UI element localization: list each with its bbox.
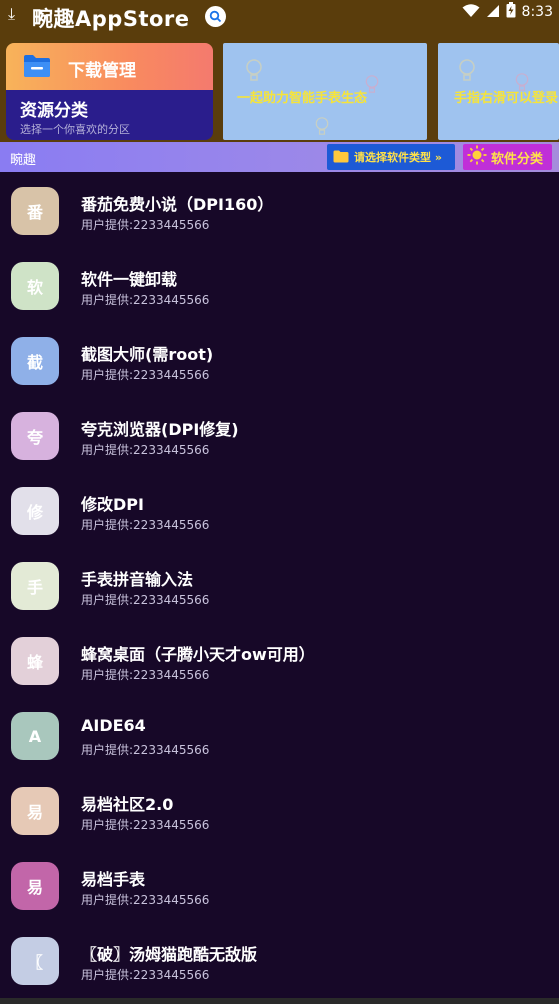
app-provider: 用户提供:2233445566 [81,593,210,607]
select-software-type-label: 请选择软件类型 » [354,151,442,164]
app-provider: 用户提供:2233445566 [81,293,210,307]
folder-icon [333,148,349,167]
app-avatar-icon: A [11,712,59,760]
clock: 8:33 [521,4,553,20]
resource-category-description: 选择一个你喜欢的分区 [20,123,130,136]
app-provider: 用户提供:2233445566 [81,218,210,232]
app-name: 软件一键卸载 [81,270,178,289]
app-list: 番番茄免费小说（DPI160） 用户提供:2233445566 软软件一键卸载 用户提… [0,172,559,997]
list-item[interactable]: 软 软件一键卸载用户提供:2233445566 [0,247,559,322]
app-provider: 用户提供:2233445566 [81,818,210,832]
download-manager-header[interactable]: 下载管理 [6,43,213,90]
app-provider: 用户提供:2233445566 [81,968,210,982]
app-avatar-icon: 手 [11,562,59,610]
app-provider: 用户提供:2233445566 [81,743,210,757]
app-avatar-icon: 番 [11,187,59,235]
download-manager-title: 下载管理 [68,61,136,81]
app-avatar-icon: 修 [11,487,59,535]
app-name: 易档手表 [81,870,146,889]
list-item[interactable]: A AIDE64 用户提供:2233445566 [0,697,559,772]
banner-text: 手指右滑可以登录 [454,91,559,106]
list-item[interactable]: 易 易档社区2.0 用户提供:2233445566 [0,772,559,847]
software-category-button[interactable]: 软件分类 [463,144,552,170]
battery-icon [506,2,516,22]
app-name: 夸克浏览器(DPI修复) [81,420,239,439]
header-area: ⤓ 畹趣AppStore 8:33 下载管理 资源分类 选择一个你喜欢的分区 一… [0,0,559,142]
list-item[interactable]: 夸 夸克浏览器(DPI修复) 用户提供:2233445566 [0,397,559,472]
download-icon: ⤓ [8,4,16,23]
category-bar-label: 畹趣 [10,153,37,168]
list-item[interactable]: 番 番茄免费小说（DPI160） 用户提供:2233445566 [0,172,559,247]
app-name: 截图大师(需root) [81,345,214,364]
list-item[interactable]: 〖 〖破〗汤姆猫跑酷无敌版用户提供:2233445566 [0,922,559,997]
select-software-type-button[interactable]: 请选择软件类型 » [327,144,455,170]
banner-text: 一起助力智能手表生态 [237,91,368,106]
resource-category-panel[interactable]: 资源分类 选择一个你喜欢的分区 [6,90,213,140]
app-name: 修改DPI [81,495,144,514]
app-name: 易档社区2.0 [81,795,174,814]
list-item[interactable]: 易 易档手表用户提供:2233445566 [0,847,559,922]
app-avatar-icon: 〖 [11,937,59,985]
banner-swipe-login[interactable]: 手指右滑可以登录 [438,43,559,140]
download-manager-card[interactable]: 下载管理 资源分类 选择一个你喜欢的分区 [6,43,213,140]
list-item[interactable]: 修 修改DPI 用户提供:2233445566 [0,472,559,547]
list-item[interactable]: 手 手表拼音输入法用户提供:2233445566 [0,547,559,622]
status-icons: 8:33 [462,2,553,22]
list-item[interactable]: 蜂 蜂窝桌面（子腾小天才ow可用） 用户提供:2233445566 [0,622,559,697]
sun-icon [467,145,487,169]
search-icon[interactable] [205,6,226,27]
app-provider: 用户提供:2233445566 [81,668,210,682]
app-name: 蜂窝桌面（子腾小天才ow可用） [81,645,315,664]
status-bar: ⤓ 畹趣AppStore 8:33 [0,0,559,36]
app-name: 〖破〗汤姆猫跑酷无敌版 [81,945,258,964]
software-category-label: 软件分类 [491,151,544,167]
list-item[interactable]: 截 截图大师(需root) 用户提供:2233445566 [0,322,559,397]
app-avatar-icon: 夸 [11,412,59,460]
app-avatar-icon: 易 [11,862,59,910]
resource-category-title: 资源分类 [20,101,88,121]
app-title: 畹趣AppStore [32,7,190,31]
category-bar: 畹趣 请选择软件类型 » 软件分类 [0,142,559,172]
navigation-bar-edge [0,998,559,1004]
banner-smartwatch[interactable]: 一起助力智能手表生态 [223,43,427,140]
wifi-icon [462,3,480,22]
app-provider: 用户提供:2233445566 [81,518,210,532]
app-avatar-icon: 蜂 [11,637,59,685]
folder-icon [22,53,52,83]
app-avatar-icon: 截 [11,337,59,385]
app-provider: 用户提供:2233445566 [81,893,210,907]
app-avatar-icon: 易 [11,787,59,835]
app-provider: 用户提供:2233445566 [81,443,210,457]
signal-icon [486,3,500,22]
app-avatar-icon: 软 [11,262,59,310]
app-name: 手表拼音输入法 [81,570,194,589]
app-name: 番茄免费小说（DPI160） [81,195,274,214]
app-provider: 用户提供:2233445566 [81,368,210,382]
app-name: AIDE64 [81,716,146,735]
